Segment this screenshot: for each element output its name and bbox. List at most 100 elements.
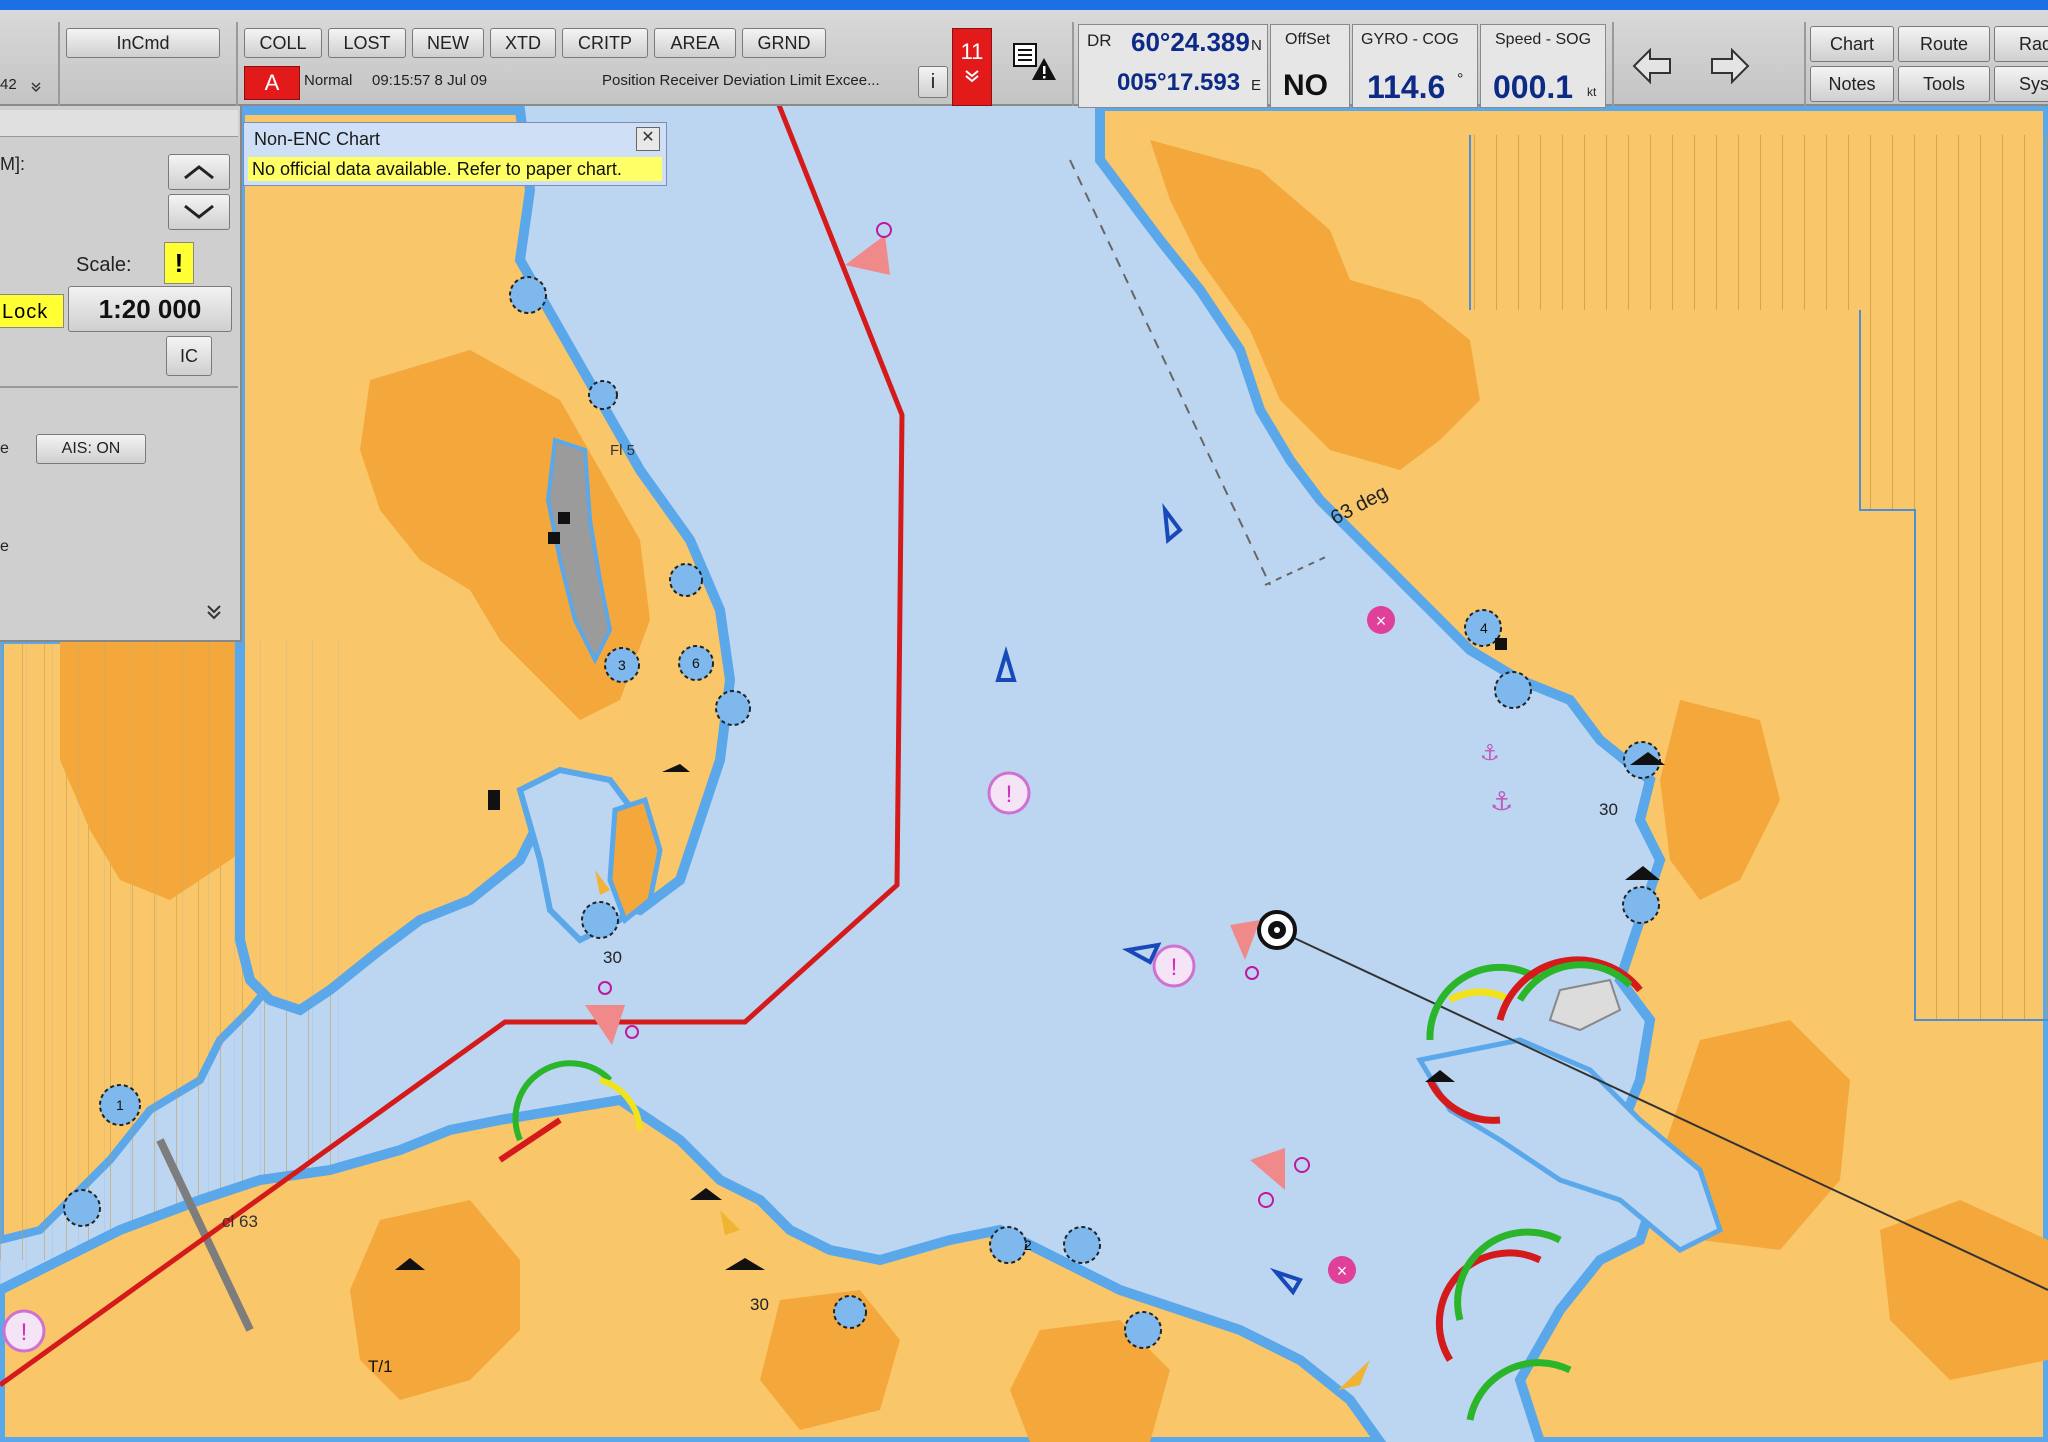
svg-text:×: × <box>1376 611 1387 631</box>
speed-unit: kt <box>1587 85 1597 99</box>
cl-label: cl 63 <box>222 1212 258 1231</box>
alarm-filter-grnd-button[interactable]: GRND <box>742 28 826 58</box>
separator <box>1804 22 1806 106</box>
info-button[interactable]: i <box>918 66 948 98</box>
gyro-label: GYRO - COG <box>1361 31 1459 48</box>
incmd-button[interactable]: InCmd <box>66 28 220 58</box>
scale-warning-icon[interactable]: ! <box>164 242 194 284</box>
own-ship-symbol[interactable] <box>1257 910 1297 950</box>
alarm-filter-area-button[interactable]: AREA <box>654 28 736 58</box>
ecdis-screen: ! ! ! × × ⚓ ⚓ 63 deg 30 30 30 cl 63 Fl 5… <box>0 0 2048 1442</box>
offset-value: NO <box>1283 69 1328 102</box>
alarm-filter-critp-button[interactable]: CRITP <box>562 28 648 58</box>
scale-value-field[interactable]: 1:20 000 <box>68 286 232 332</box>
svg-text:!: ! <box>1006 781 1013 808</box>
alarm-count: 11 <box>960 39 984 64</box>
non-enc-chart-popup: Non-ENC Chart ✕ No official data availab… <box>243 122 667 186</box>
alarm-message[interactable]: Position Receiver Deviation Limit Excee.… <box>602 72 880 89</box>
gyro-cog-readout: GYRO - COG 114.6 ° <box>1352 24 1478 108</box>
popup-message: No official data available. Refer to pap… <box>248 157 662 181</box>
left-control-panel: M]: Scale: ! Lock 1:20 000 IC e AIS: ON … <box>0 104 242 642</box>
svg-text:×: × <box>1337 1261 1348 1281</box>
popup-title: Non-ENC Chart <box>254 129 381 149</box>
offset-readout: OffSet NO <box>1270 24 1350 108</box>
scale-down-button[interactable] <box>168 194 230 230</box>
separator <box>1612 22 1614 106</box>
menu-system-button[interactable]: Sys <box>1994 66 2048 102</box>
expand-panel-icon[interactable] <box>204 602 224 622</box>
buoy-number-1: 1 <box>116 1097 124 1113</box>
longitude-value: 005°17.593 <box>1117 69 1241 96</box>
position-readout: DR 60°24.389 N 005°17.593 E <box>1078 24 1268 108</box>
depth-label-30-a: 30 <box>603 948 622 967</box>
offset-label: OffSet <box>1285 31 1331 48</box>
svg-text:⚓: ⚓ <box>1490 787 1513 817</box>
alarm-filter-new-button[interactable]: NEW <box>412 28 484 58</box>
left-partial-value: 42 <box>0 76 17 93</box>
nautical-chart[interactable]: ! ! ! × × ⚓ ⚓ 63 deg 30 30 30 cl 63 Fl 5… <box>0 106 2048 1442</box>
close-icon[interactable]: ✕ <box>636 127 660 151</box>
wreck-icon-2: × <box>1328 1256 1356 1284</box>
alarm-time: 09:15:57 8 Jul 09 <box>372 72 488 89</box>
forward-arrow-icon[interactable] <box>1708 44 1752 88</box>
gyro-value: 114.6 <box>1367 69 1446 105</box>
menu-tools-button[interactable]: Tools <box>1898 66 1990 102</box>
gyro-unit: ° <box>1457 71 1464 88</box>
latitude-hemisphere: N <box>1251 37 1262 54</box>
ic-button[interactable]: IC <box>166 336 212 376</box>
separator <box>58 22 60 106</box>
alarm-count-badge[interactable]: 11 <box>952 28 992 106</box>
speed-label: Speed - SOG <box>1495 31 1592 48</box>
lock-toggle[interactable]: Lock <box>0 294 64 328</box>
alarm-mode: Normal <box>304 72 353 89</box>
back-arrow-icon[interactable] <box>1630 44 1674 88</box>
row-label-e1: e <box>0 440 9 457</box>
window-frame-top <box>0 0 2048 10</box>
alarm-filter-lost-button[interactable]: LOST <box>328 28 406 58</box>
anchor-icon-1: ⚓ <box>1490 787 1513 817</box>
buoy-number-3: 3 <box>618 657 626 673</box>
chevron-down-small-icon[interactable] <box>30 80 42 93</box>
ais-toggle-button[interactable]: AIS: ON <box>36 434 146 464</box>
wreck-icon-1: × <box>1367 606 1395 634</box>
chevron-up-icon <box>184 165 214 180</box>
speed-sog-readout: Speed - SOG 000.1 kt <box>1480 24 1606 108</box>
separator <box>1072 22 1074 106</box>
row-label-e2: e <box>0 538 9 555</box>
caution-icon-2: ! <box>1152 944 1196 988</box>
anchor-icon-2: ⚓ <box>1480 741 1500 766</box>
alarm-list-icon[interactable] <box>1010 40 1058 88</box>
chevron-down-icon <box>184 204 214 219</box>
latitude-value: 60°24.389 <box>1131 27 1250 57</box>
scale-label: Scale: <box>76 254 132 276</box>
buoy-number-2: 2 <box>1024 1237 1032 1253</box>
tt-label: T/1 <box>368 1357 393 1376</box>
svg-text:!: ! <box>1171 954 1178 981</box>
buoy-number-4: 4 <box>1480 620 1488 636</box>
menu-radar-button[interactable]: Rad <box>1994 26 2048 62</box>
top-toolbar: InCmd 42 COLL LOST NEW XTD CRITP AREA GRND A N… <box>0 10 2048 108</box>
longitude-hemisphere: E <box>1251 77 1262 94</box>
position-source: DR <box>1087 31 1112 50</box>
caution-icon-1: ! <box>987 771 1031 815</box>
range-label: M]: <box>0 154 25 174</box>
menu-chart-button[interactable]: Chart <box>1810 26 1894 62</box>
caution-icon-3: ! <box>2 1309 46 1353</box>
svg-text:!: ! <box>21 1319 28 1346</box>
svg-text:⚓: ⚓ <box>1480 741 1500 766</box>
menu-route-button[interactable]: Route <box>1898 26 1990 62</box>
alarm-filter-coll-button[interactable]: COLL <box>244 28 322 58</box>
separator <box>236 22 238 106</box>
panel-divider <box>0 386 238 388</box>
depth-label-30-b: 30 <box>1599 800 1618 819</box>
depth-label-30-c: 30 <box>750 1295 769 1314</box>
alarm-filter-xtd-button[interactable]: XTD <box>490 28 556 58</box>
buoy-number-6: 6 <box>692 655 700 671</box>
panel-header-strip <box>0 110 238 137</box>
fl-label: Fl 5 <box>610 442 635 459</box>
chevron-down-icon <box>965 70 979 83</box>
alarm-indicator[interactable]: A <box>244 66 300 100</box>
scale-up-button[interactable] <box>168 154 230 190</box>
speed-value: 000.1 <box>1493 69 1574 105</box>
menu-notes-button[interactable]: Notes <box>1810 66 1894 102</box>
